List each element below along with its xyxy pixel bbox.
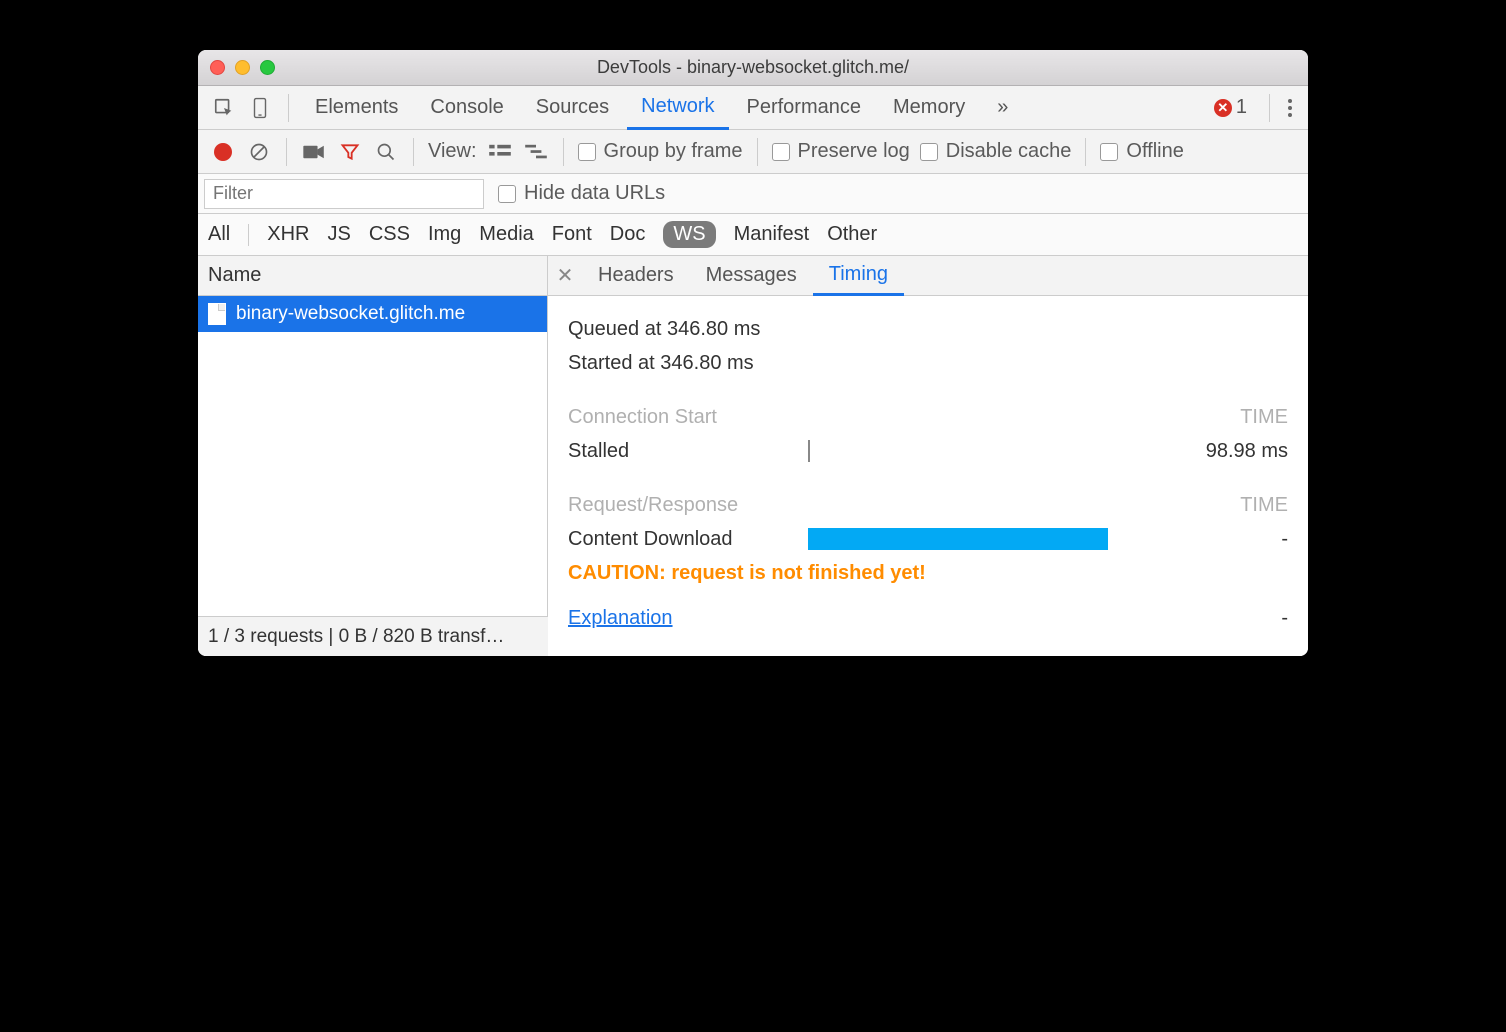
caution-text: CAUTION: request is not finished yet! xyxy=(568,562,1288,585)
stalled-time: 98.98 ms xyxy=(1206,440,1288,463)
preserve-log-checkbox[interactable]: Preserve log xyxy=(772,140,910,163)
divider xyxy=(1269,94,1270,122)
type-js[interactable]: JS xyxy=(327,223,350,246)
type-xhr[interactable]: XHR xyxy=(267,223,309,246)
preserve-log-label: Preserve log xyxy=(798,140,910,163)
stalled-bar xyxy=(808,440,810,462)
detail-tab-messages[interactable]: Messages xyxy=(690,256,813,295)
detail-pane: ✕ Headers Messages Timing Queued at 346.… xyxy=(548,256,1308,656)
titlebar: DevTools - binary-websocket.glitch.me/ xyxy=(198,50,1308,86)
tab-performance[interactable]: Performance xyxy=(733,86,876,129)
explanation-link[interactable]: Explanation xyxy=(568,607,673,630)
time-header: TIME xyxy=(1240,406,1288,429)
inspect-element-icon[interactable] xyxy=(208,92,240,124)
tab-network[interactable]: Network xyxy=(627,87,728,130)
clear-button[interactable] xyxy=(246,142,272,162)
divider xyxy=(1085,138,1086,166)
queued-text: Queued at 346.80 ms xyxy=(568,318,760,341)
offline-label: Offline xyxy=(1126,140,1183,163)
zoom-window-button[interactable] xyxy=(260,60,275,75)
explanation-time: - xyxy=(1281,607,1288,630)
traffic-lights xyxy=(210,60,275,75)
camera-icon[interactable] xyxy=(301,144,327,160)
close-detail-button[interactable]: ✕ xyxy=(548,263,582,288)
divider xyxy=(248,224,249,246)
tab-elements[interactable]: Elements xyxy=(301,86,412,129)
view-waterfall-icon[interactable] xyxy=(523,143,549,161)
name-column-header[interactable]: Name xyxy=(198,256,547,296)
offline-checkbox[interactable]: Offline xyxy=(1100,140,1183,163)
error-count[interactable]: ✕ 1 xyxy=(1214,96,1247,119)
content-download-bar xyxy=(808,528,1108,550)
type-other[interactable]: Other xyxy=(827,223,877,246)
close-window-button[interactable] xyxy=(210,60,225,75)
detail-tabs: ✕ Headers Messages Timing xyxy=(548,256,1308,296)
filter-icon[interactable] xyxy=(337,142,363,162)
main-tabbar: Elements Console Sources Network Perform… xyxy=(198,86,1308,130)
detail-tab-headers[interactable]: Headers xyxy=(582,256,690,295)
tab-sources[interactable]: Sources xyxy=(522,86,623,129)
device-toggle-icon[interactable] xyxy=(244,92,276,124)
type-ws[interactable]: WS xyxy=(663,221,715,248)
more-menu[interactable] xyxy=(1282,99,1298,117)
detail-tab-timing[interactable]: Timing xyxy=(813,257,904,296)
content-area: Name binary-websocket.glitch.me 1 / 3 re… xyxy=(198,256,1308,656)
divider xyxy=(286,138,287,166)
hide-data-urls-label: Hide data URLs xyxy=(524,182,665,205)
type-doc[interactable]: Doc xyxy=(610,223,646,246)
disable-cache-label: Disable cache xyxy=(946,140,1072,163)
minimize-window-button[interactable] xyxy=(235,60,250,75)
error-count-value: 1 xyxy=(1236,96,1247,119)
timing-panel: Queued at 346.80 ms Started at 346.80 ms… xyxy=(548,296,1308,650)
filter-bar: Hide data URLs xyxy=(198,174,1308,214)
view-label: View: xyxy=(428,140,477,163)
group-by-frame-checkbox[interactable]: Group by frame xyxy=(578,140,743,163)
group-by-frame-label: Group by frame xyxy=(604,140,743,163)
divider xyxy=(563,138,564,166)
type-font[interactable]: Font xyxy=(552,223,592,246)
filter-input[interactable] xyxy=(204,179,484,209)
file-icon xyxy=(208,303,226,325)
type-media[interactable]: Media xyxy=(479,223,533,246)
type-all[interactable]: All xyxy=(208,223,230,246)
view-large-icon[interactable] xyxy=(487,143,513,161)
type-filter-row: All XHR JS CSS Img Media Font Doc WS Man… xyxy=(198,214,1308,256)
content-download-label: Content Download xyxy=(568,528,768,551)
time-header-2: TIME xyxy=(1240,494,1288,517)
disable-cache-checkbox[interactable]: Disable cache xyxy=(920,140,1072,163)
request-name: binary-websocket.glitch.me xyxy=(236,303,465,325)
divider xyxy=(288,94,289,122)
tabs-overflow[interactable]: » xyxy=(983,86,1022,129)
stalled-label: Stalled xyxy=(568,440,768,463)
window-title: DevTools - binary-websocket.glitch.me/ xyxy=(597,57,909,78)
content-download-time: - xyxy=(1281,528,1288,551)
type-css[interactable]: CSS xyxy=(369,223,410,246)
error-icon: ✕ xyxy=(1214,99,1232,117)
type-manifest[interactable]: Manifest xyxy=(734,223,810,246)
request-list: Name binary-websocket.glitch.me 1 / 3 re… xyxy=(198,256,548,656)
request-row[interactable]: binary-websocket.glitch.me xyxy=(198,296,547,332)
type-img[interactable]: Img xyxy=(428,223,461,246)
request-response-header: Request/Response xyxy=(568,494,738,517)
devtools-window: DevTools - binary-websocket.glitch.me/ E… xyxy=(198,50,1308,656)
tab-memory[interactable]: Memory xyxy=(879,86,979,129)
status-bar: 1 / 3 requests | 0 B / 820 B transf… xyxy=(198,616,548,656)
search-icon[interactable] xyxy=(373,142,399,162)
connection-start-header: Connection Start xyxy=(568,406,717,429)
hide-data-urls-checkbox[interactable]: Hide data URLs xyxy=(498,182,665,205)
tab-console[interactable]: Console xyxy=(416,86,517,129)
divider xyxy=(757,138,758,166)
network-toolbar: View: Group by frame Preserve log Disabl… xyxy=(198,130,1308,174)
divider xyxy=(413,138,414,166)
record-button[interactable] xyxy=(210,143,236,161)
started-text: Started at 346.80 ms xyxy=(568,352,754,375)
